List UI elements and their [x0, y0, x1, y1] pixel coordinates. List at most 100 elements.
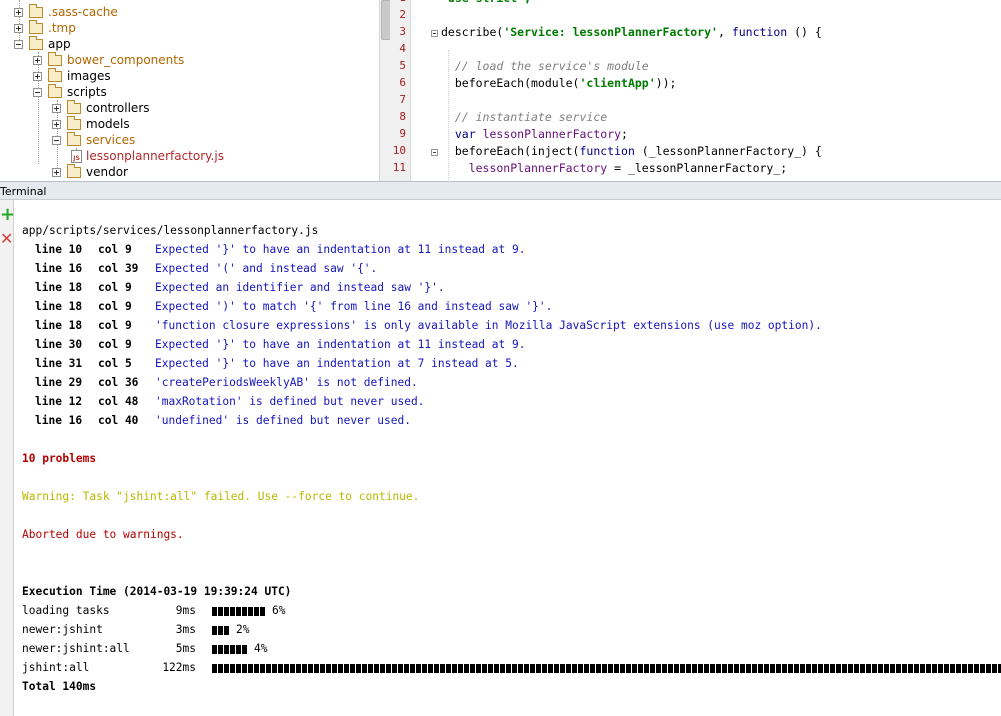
line-number: 5	[399, 59, 406, 72]
expand-icon[interactable]	[52, 167, 61, 177]
close-session-button[interactable]: ✕	[0, 229, 14, 248]
code-line[interactable]: beforeEach(inject(function (_lessonPlann…	[441, 144, 822, 158]
problem-column: col 9	[98, 338, 132, 351]
tree-item[interactable]: .tmp	[14, 19, 76, 36]
timing-duration: 3ms	[175, 623, 196, 636]
line-number: 8	[399, 110, 406, 123]
timing-duration: 122ms	[162, 661, 196, 674]
problem-line: line 12 col 48 'maxRotation' is defined bu…	[35, 392, 424, 411]
fold-icon[interactable]	[431, 149, 438, 156]
js-file-icon: JS	[71, 149, 82, 163]
tree-item[interactable]: controllers	[52, 99, 150, 116]
folder-icon	[29, 19, 43, 34]
tree-item[interactable]: app	[14, 35, 71, 52]
code-line[interactable]: // instantiate service	[441, 110, 607, 124]
fold-icon[interactable]	[431, 30, 438, 37]
problem-line: line 30 col 9 Expected '}' to have an inde…	[35, 335, 525, 354]
terminal-file-path: app/scripts/services/lessonplannerfactor…	[22, 224, 319, 237]
timing-bar	[212, 606, 266, 616]
timing-row: newer:jshint:all 5ms 4%	[22, 639, 267, 658]
tree-item-label: images	[67, 69, 111, 83]
problem-line-number: line 18	[35, 300, 83, 313]
timing-percent: 4%	[254, 642, 268, 655]
problem-column: col 9	[98, 243, 132, 256]
tree-item-label: .tmp	[48, 21, 76, 35]
tree-item[interactable]: JS lessonplannerfactory.js	[71, 148, 224, 164]
terminal-toolbar: + ✕	[0, 200, 15, 716]
code-token: 'clientApp'	[579, 76, 656, 90]
tree-item[interactable]: scripts	[33, 83, 107, 100]
expand-icon[interactable]	[14, 23, 23, 33]
line-number: 3	[399, 25, 406, 38]
expand-icon[interactable]	[14, 7, 23, 17]
code-line[interactable]: 'use strict';	[441, 0, 531, 5]
code-line[interactable]: lessonPlannerFactory = _lessonPlannerFac…	[441, 161, 788, 175]
code-token: ;	[621, 127, 628, 141]
tree-item[interactable]: services	[52, 131, 135, 148]
line-number: 2	[399, 8, 406, 21]
timing-duration: 9ms	[175, 604, 196, 617]
problem-line: line 29 col 36 'createPeriodsWeeklyAB' is …	[35, 373, 418, 392]
problem-message: Expected '}' to have an indentation at 7…	[155, 357, 519, 370]
code-token: // instantiate service	[441, 110, 608, 124]
code-token: = _lessonPlannerFactory_;	[607, 161, 788, 175]
timing-percent: 2%	[236, 623, 250, 636]
line-number-gutter: 1 2 3 4 5 6 7 8 9 10 11	[390, 0, 411, 181]
expand-icon[interactable]	[52, 119, 61, 129]
execution-time-header: Execution Time (2014-03-19 19:39:24 UTC)	[22, 585, 292, 598]
project-tree[interactable]: .sass-cache .tmp app bower_components images…	[0, 0, 379, 181]
code-token: beforeEach(inject(	[441, 144, 580, 158]
tree-item-label: .sass-cache	[48, 5, 118, 19]
tree-item[interactable]: models	[52, 115, 130, 132]
timing-bar	[212, 625, 230, 635]
expand-icon[interactable]	[33, 55, 42, 65]
code-token: describe(	[441, 25, 504, 39]
close-icon: ✕	[0, 229, 14, 248]
tree-item-label: app	[48, 37, 71, 51]
new-session-button[interactable]: +	[0, 206, 15, 224]
timing-bar	[212, 644, 248, 654]
collapse-icon[interactable]	[33, 87, 42, 97]
code-line[interactable]: beforeEach(module('clientApp'));	[441, 76, 677, 90]
tree-item[interactable]: vendor	[52, 163, 128, 180]
indent-guide	[448, 50, 449, 180]
collapse-icon[interactable]	[14, 39, 23, 49]
terminal-title: Terminal	[0, 185, 47, 198]
code-token: beforeEach(module(	[441, 76, 580, 90]
line-number: 1	[399, 0, 406, 4]
tree-item-label: vendor	[86, 165, 128, 179]
tree-item[interactable]: .sass-cache	[14, 3, 118, 20]
expand-icon[interactable]	[52, 103, 61, 113]
folder-icon	[67, 131, 81, 146]
code-token: ,	[717, 25, 732, 39]
code-line[interactable]: // load the service's module	[441, 59, 649, 73]
timing-row: loading tasks 9ms 6%	[22, 601, 285, 620]
problem-column: col 9	[98, 319, 132, 332]
problem-column: col 9	[98, 281, 132, 294]
terminal-output[interactable]: app/scripts/services/lessonplannerfactor…	[14, 200, 1001, 716]
code-line[interactable]: var lessonPlannerFactory;	[441, 127, 628, 141]
code-token: 'Service: lessonPlannerFactory'	[503, 25, 718, 39]
timing-row: newer:jshint 3ms 2%	[22, 620, 249, 639]
tree-item[interactable]: images	[33, 67, 111, 84]
code-editor[interactable]: 1 2 3 4 5 6 7 8 9 10 11 'use strict'; describe('Ser…	[390, 0, 1001, 181]
code-token: lessonPlannerFactory	[475, 127, 622, 141]
problem-line: line 18 col 9 'function closure expression…	[35, 316, 822, 335]
timing-row: jshint:all 122ms	[22, 658, 1001, 677]
collapse-icon[interactable]	[52, 135, 61, 145]
problem-line-number: line 29	[35, 376, 83, 389]
timing-duration: 5ms	[175, 642, 196, 655]
problem-column: col 39	[98, 262, 139, 275]
problem-column: col 40	[98, 414, 139, 427]
code-line[interactable]: describe('Service: lessonPlannerFactory'…	[441, 25, 822, 39]
total-time: Total 140ms	[22, 680, 97, 693]
expand-icon[interactable]	[33, 71, 42, 81]
plus-icon: +	[0, 204, 16, 225]
code-token: // load the service's module	[441, 59, 649, 73]
problem-message: Expected '}' to have an indentation at 1…	[155, 243, 526, 256]
problem-message: Expected an identifier and instead saw '…	[155, 281, 445, 294]
problem-line-number: line 30	[35, 338, 83, 351]
timing-task-name: newer:jshint	[22, 623, 103, 636]
problem-line-number: line 18	[35, 281, 83, 294]
tree-item[interactable]: bower_components	[33, 51, 184, 68]
